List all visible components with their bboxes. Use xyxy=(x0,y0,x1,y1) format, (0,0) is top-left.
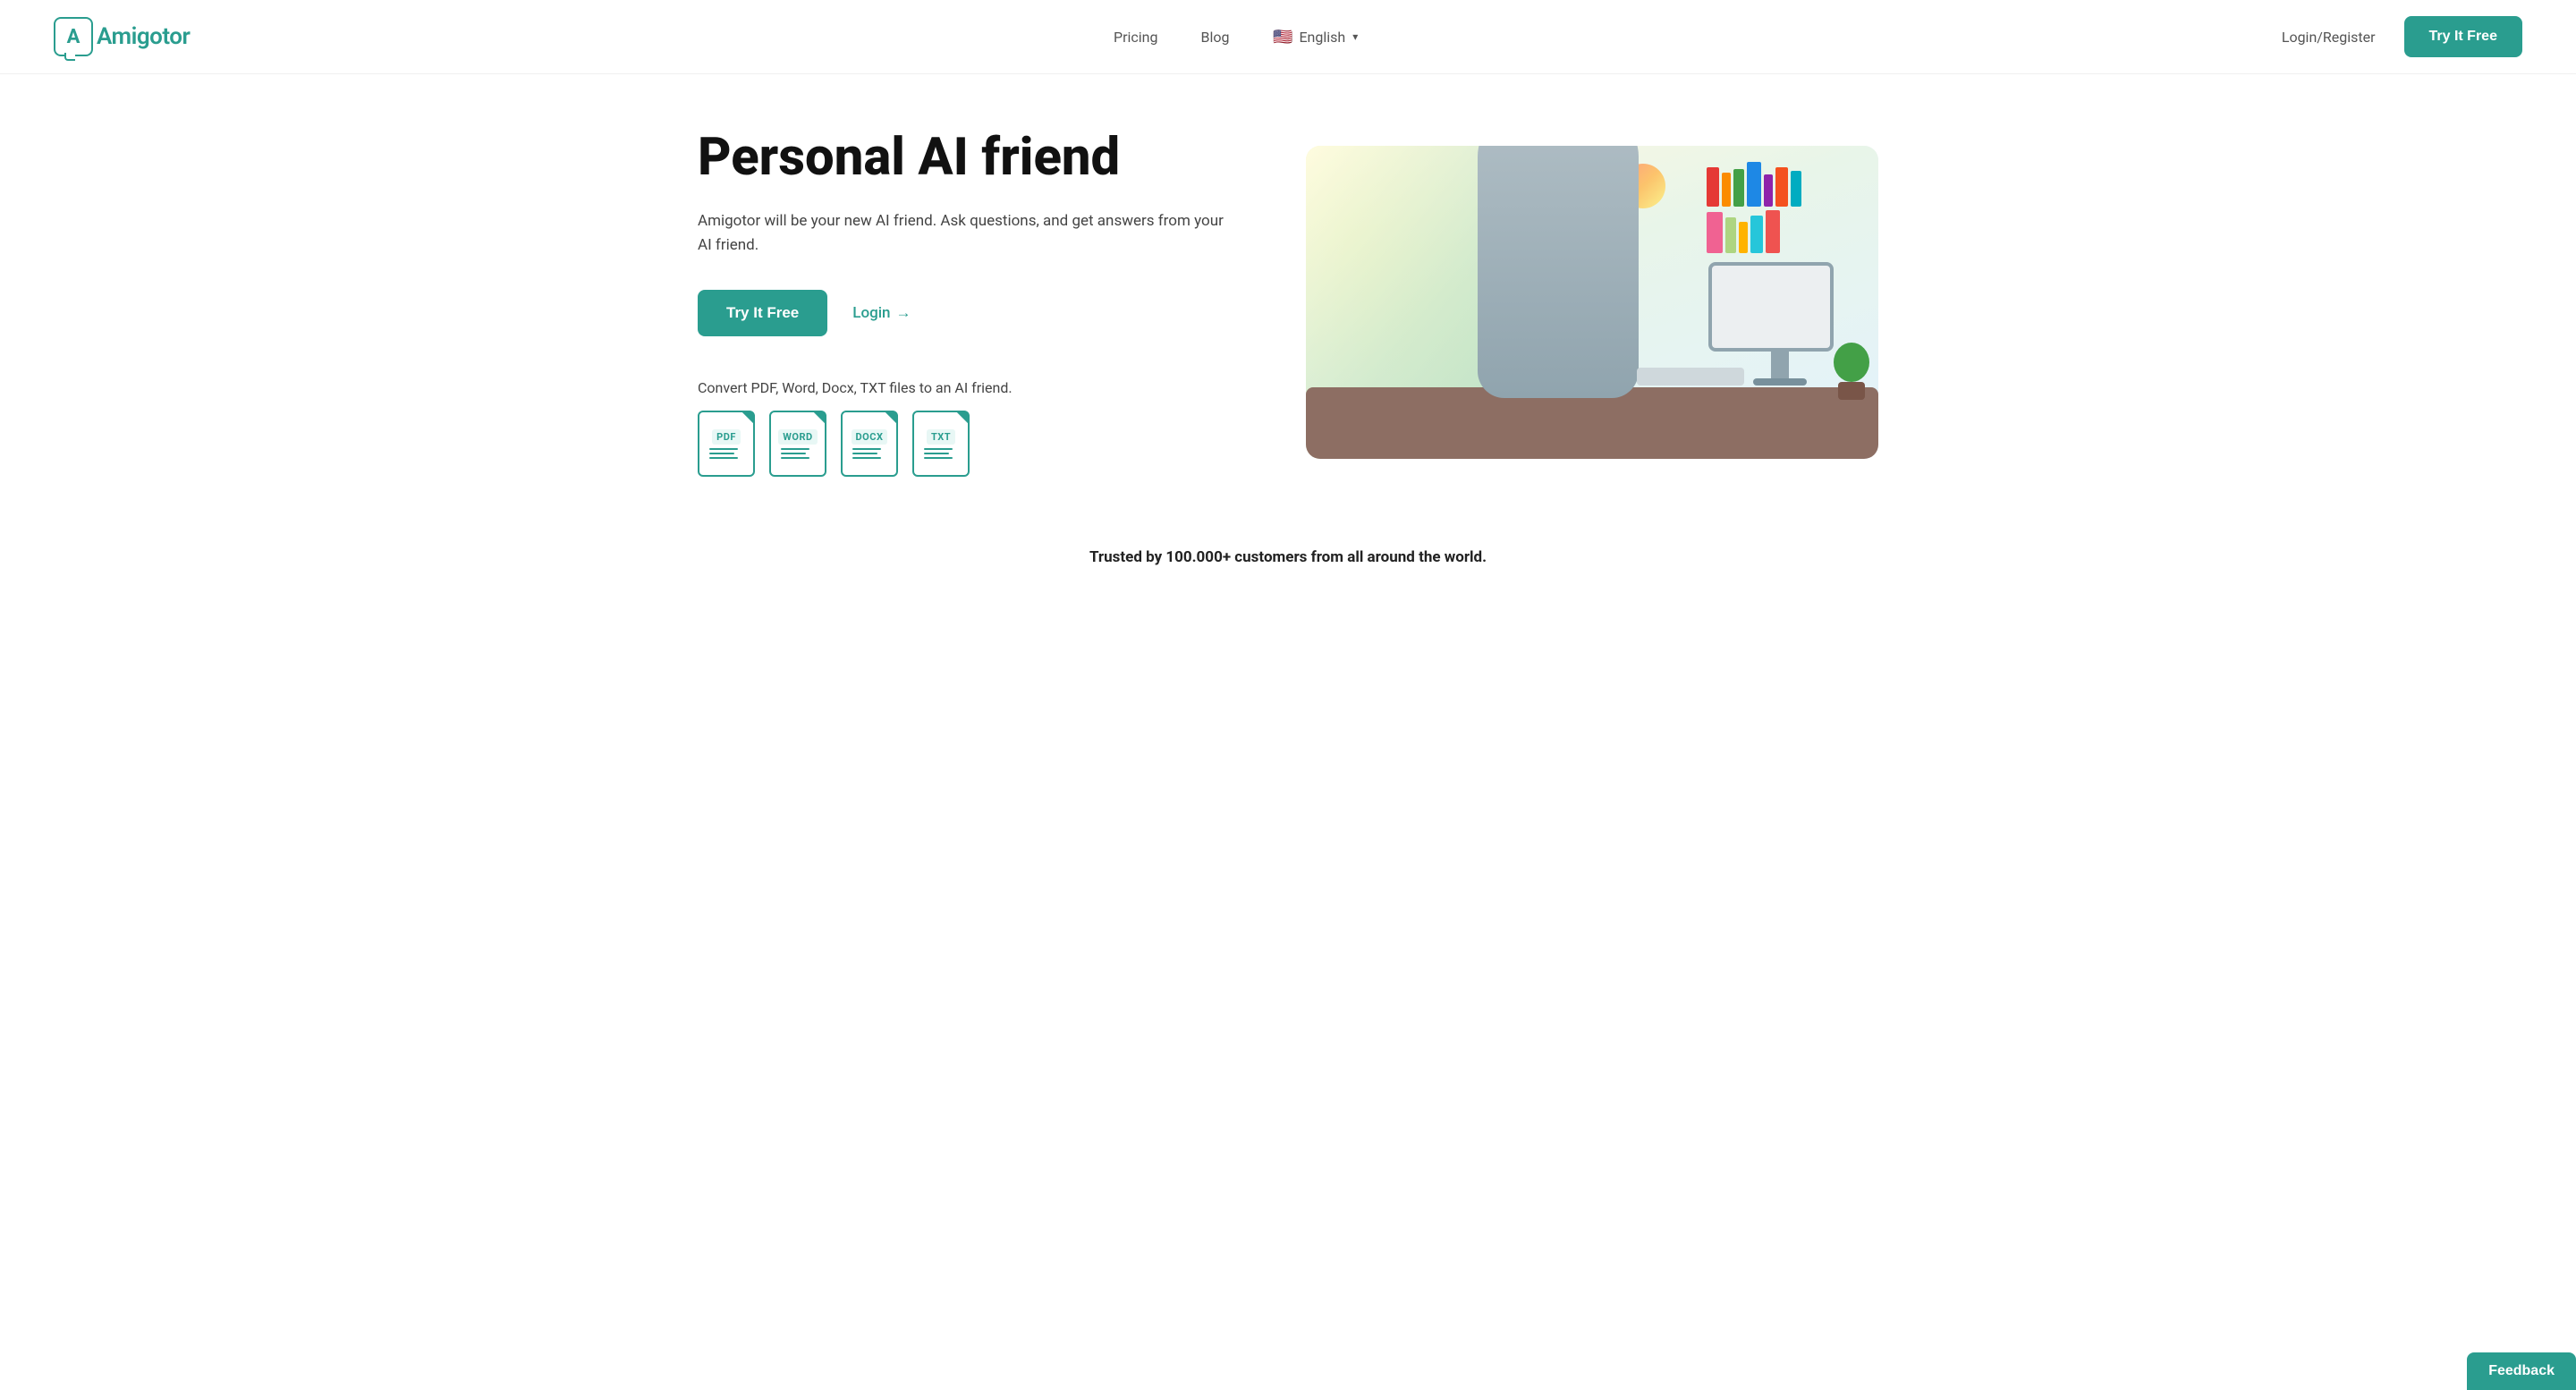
language-flag: 🇺🇸 xyxy=(1272,26,1293,47)
shelf-row xyxy=(1707,162,1871,207)
monitor-base xyxy=(1753,378,1807,386)
hero-login-link[interactable]: Login → xyxy=(852,304,911,322)
book xyxy=(1707,167,1719,207)
scene xyxy=(1306,146,1878,458)
hero-actions: Try It Free Login → xyxy=(698,290,1270,336)
file-icons: PDF WORD DOCX xyxy=(698,411,1270,477)
navbar: A Amigotor Pricing Blog 🇺🇸 English ▾ Log… xyxy=(0,0,2576,74)
line xyxy=(781,457,809,459)
hero-description: Amigotor will be your new AI friend. Ask… xyxy=(698,209,1234,258)
nav-blog[interactable]: Blog xyxy=(1200,29,1229,46)
convert-text: Convert PDF, Word, Docx, TXT files to an… xyxy=(698,379,1270,396)
person xyxy=(1478,146,1621,388)
hero-illustration xyxy=(1306,146,1878,458)
feedback-button[interactable]: Feedback xyxy=(2467,1352,2576,1390)
line xyxy=(709,457,738,459)
hero-login-label: Login xyxy=(852,304,890,322)
book xyxy=(1791,171,1801,207)
nav-right: Login/Register Try It Free xyxy=(2282,16,2522,57)
trusted-text: Trusted by 100.000+ customers from all a… xyxy=(54,548,2522,566)
file-icon-word: WORD xyxy=(769,411,826,477)
line xyxy=(852,457,881,459)
language-label: English xyxy=(1299,29,1345,46)
nav-language-selector[interactable]: 🇺🇸 English ▾ xyxy=(1272,26,1358,47)
hero-section: Personal AI friend Amigotor will be your… xyxy=(644,74,1932,513)
chevron-down-icon: ▾ xyxy=(1352,30,1358,43)
monitor-stand xyxy=(1771,352,1789,378)
trusted-section: Trusted by 100.000+ customers from all a… xyxy=(0,513,2576,584)
book xyxy=(1725,217,1736,253)
keyboard xyxy=(1637,368,1744,386)
nav-login-register[interactable]: Login/Register xyxy=(2282,29,2376,46)
book xyxy=(1733,169,1744,207)
logo-letter: A xyxy=(67,26,80,48)
line xyxy=(924,453,949,454)
hero-title: Personal AI friend xyxy=(698,128,1270,188)
line xyxy=(709,448,738,450)
line xyxy=(709,453,734,454)
hero-left: Personal AI friend Amigotor will be your… xyxy=(698,128,1270,477)
nav-pricing[interactable]: Pricing xyxy=(1114,29,1158,46)
logo[interactable]: A Amigotor xyxy=(54,17,190,56)
file-icon-docx: DOCX xyxy=(841,411,898,477)
book xyxy=(1739,222,1748,253)
book xyxy=(1750,216,1763,253)
line xyxy=(781,448,809,450)
file-icon-pdf: PDF xyxy=(698,411,755,477)
person-body xyxy=(1478,146,1639,397)
line xyxy=(852,448,881,450)
logo-text: Amigotor xyxy=(97,23,190,50)
book xyxy=(1707,212,1723,253)
logo-icon: A xyxy=(54,17,93,56)
desk xyxy=(1306,387,1878,459)
book xyxy=(1747,162,1761,207)
line xyxy=(924,448,953,450)
hero-try-it-free-button[interactable]: Try It Free xyxy=(698,290,827,336)
line xyxy=(852,453,877,454)
nav-try-it-free-button[interactable]: Try It Free xyxy=(2404,16,2522,57)
nav-links: Pricing Blog 🇺🇸 English ▾ xyxy=(1114,26,1358,47)
hero-login-arrow: → xyxy=(896,304,911,322)
shelf-row xyxy=(1707,210,1871,253)
line xyxy=(781,453,806,454)
book xyxy=(1764,174,1773,207)
hero-image xyxy=(1306,146,1878,458)
monitor-screen xyxy=(1708,262,1834,352)
book xyxy=(1722,173,1731,207)
book xyxy=(1766,210,1780,253)
line xyxy=(924,457,953,459)
file-icon-txt: TXT xyxy=(912,411,970,477)
book xyxy=(1775,167,1788,207)
